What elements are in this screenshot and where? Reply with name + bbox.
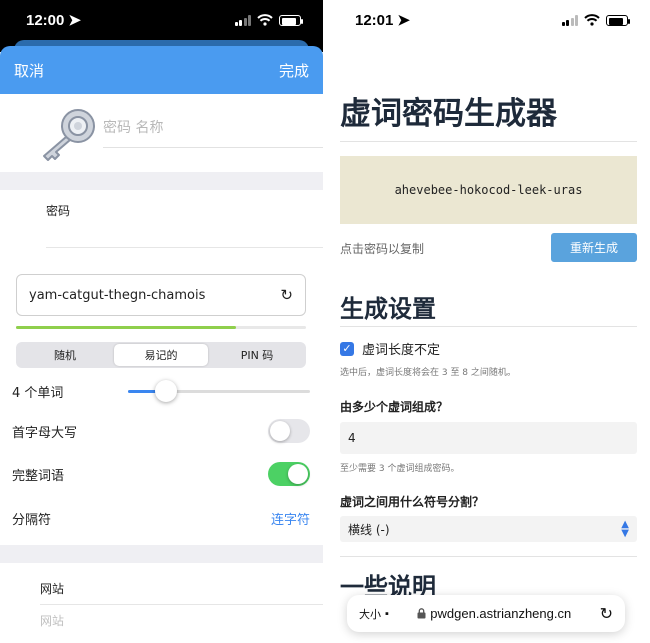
password-strength-fill [16,326,237,329]
browser-address-bar[interactable]: 大小 ▪ pwdgen.astrianzheng.cn ↻ [347,595,625,632]
full-words-row: 完整词语 [12,461,310,487]
settings-heading: 生成设置 [340,295,436,323]
text-size-button[interactable]: 大小 [359,606,381,622]
separator-value[interactable]: 连字符 [271,509,310,528]
status-time: 12:00 [26,11,65,29]
variable-length-option[interactable]: ✓ 虚词长度不定 [340,339,440,358]
status-time: 12:01 [355,11,394,29]
wifi-icon [257,14,273,26]
password-label: 密码 [46,204,71,218]
battery-icon [606,14,630,26]
battery-icon [279,14,303,26]
reload-icon[interactable]: ↻ [600,604,613,624]
capitalize-label: 首字母大写 [12,425,78,441]
full-words-toggle[interactable] [268,462,310,486]
word-count-slider-knob[interactable] [155,380,178,402]
count-input[interactable]: 4 [340,422,637,454]
sheet-nav-bar: 取消 完成 [0,46,323,94]
website-label: 网站 [40,582,65,596]
password-name-row: 密码 名称 [0,94,323,172]
screenshot-composite: 12:00 ➤ 取消 完成 密码 名称 密码 yam-catgut-thegn-… [0,0,650,643]
lock-icon [417,608,426,619]
separator-question: 虚词之间用什么符号分割？ [340,495,485,509]
generated-password-text: yam-catgut-thegn-chamois [29,287,206,303]
wifi-icon [584,14,600,26]
cellular-signal-icon [561,14,578,26]
status-bar: 12:01 ➤ [327,0,650,40]
page-title: 虚词密码生成器 [340,96,557,132]
refresh-icon[interactable]: ↻ [280,286,293,304]
right-phone-screen: 12:01 ➤ 虚词密码生成器 ahevebee-hokocod-leek-ur… [327,0,650,643]
count-question: 由多少个虚词组成？ [340,400,449,414]
regenerate-button[interactable]: 重新生成 [551,233,637,262]
word-count-slider[interactable] [128,380,310,402]
website-field[interactable]: 网站 [40,612,64,629]
password-strength-meter [16,326,306,329]
key-icon [43,109,95,161]
capitalize-toggle[interactable] [268,419,310,443]
password-type-segmented-control: 随机 易记的 PIN 码 [16,342,306,368]
separator-select-value: 横线 (-) [348,522,390,537]
variable-length-checkbox[interactable]: ✓ [340,341,354,356]
cancel-button[interactable]: 取消 [14,60,44,81]
variable-length-hint: 选中后，虚词长度将会在 3 至 8 之间随机。 [340,368,516,378]
separator-select[interactable]: 横线 (-) ▲ ▼ [340,516,637,542]
capitalize-row: 首字母大写 [12,418,310,444]
segment-option[interactable]: 随机 [18,344,112,366]
generated-password-field[interactable]: yam-catgut-thegn-chamois ↻ [16,274,306,316]
variable-length-label: 虚词长度不定 [362,343,441,358]
left-phone-screen: 12:00 ➤ 取消 完成 密码 名称 密码 yam-catgut-thegn-… [0,0,323,643]
location-arrow-icon: ➤ [68,12,81,29]
generated-password-box[interactable]: ahevebee-hokocod-leek-uras [340,156,637,224]
done-button[interactable]: 完成 [279,60,309,81]
separator-label: 分隔符 [12,512,52,528]
extension-icon[interactable]: ▪ [385,608,389,620]
word-count-row: 4 个单词 [12,380,310,402]
copy-hint: 点击密码以复制 [340,242,425,256]
segment-option[interactable]: 易记的 [114,344,208,366]
segment-option[interactable]: PIN 码 [210,344,304,366]
full-words-label: 完整词语 [12,468,65,484]
location-arrow-icon: ➤ [397,12,410,29]
separator-row[interactable]: 分隔符 连字符 [12,508,310,528]
password-name-field[interactable]: 密码 名称 [103,117,163,137]
chevron-updown-icon: ▲ ▼ [621,519,629,539]
count-hint: 至少需要 3 个虚词组成密码。 [340,464,460,474]
count-input-value: 4 [348,431,356,445]
word-count-label: 4 个单词 [12,385,64,401]
url-text: pwdgen.astrianzheng.cn [430,606,572,621]
cellular-signal-icon [234,14,251,26]
status-bar: 12:00 ➤ [0,0,323,40]
generated-password-text: ahevebee-hokocod-leek-uras [394,183,583,197]
